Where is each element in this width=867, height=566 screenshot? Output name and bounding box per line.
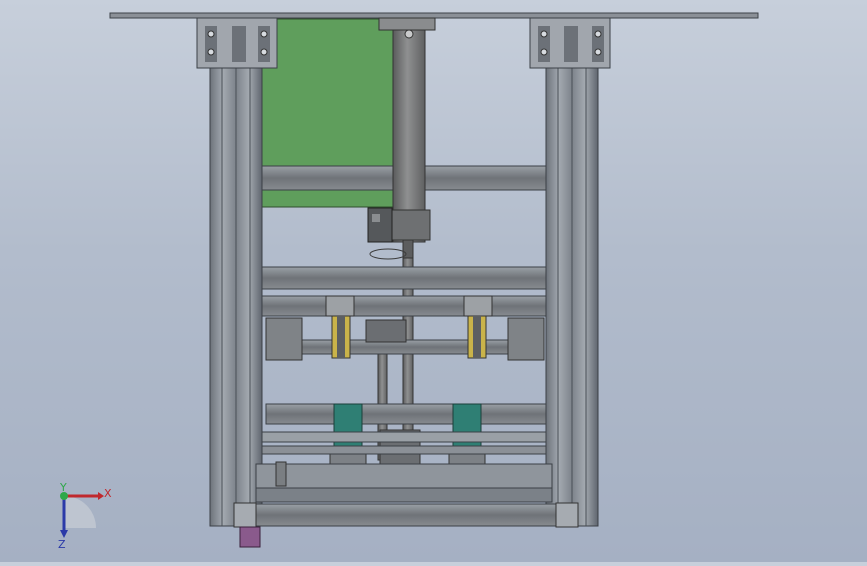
base-frame-upper[interactable] xyxy=(255,463,553,489)
bottom-shaft[interactable] xyxy=(265,403,547,425)
center-clamp[interactable] xyxy=(365,319,407,343)
left-corner-bracket[interactable] xyxy=(233,502,257,528)
assembly-drawing[interactable] xyxy=(0,0,867,562)
right-top-bracket[interactable] xyxy=(529,17,611,69)
x-axis-label: X xyxy=(104,487,112,500)
left-end-cap[interactable] xyxy=(265,317,303,361)
cad-viewport[interactable] xyxy=(0,0,867,562)
adjust-screw[interactable] xyxy=(275,461,287,487)
coordinate-triad: X Y Z xyxy=(58,481,112,550)
right-corner-bracket[interactable] xyxy=(555,502,579,528)
left-top-bracket[interactable] xyxy=(196,17,278,69)
lower-rail-1[interactable] xyxy=(261,431,547,443)
purple-connector[interactable] xyxy=(239,526,261,548)
z-axis-label: Z xyxy=(58,538,66,550)
top-plate[interactable] xyxy=(109,12,759,19)
right-end-cap[interactable] xyxy=(507,317,545,361)
base-frame-lower[interactable] xyxy=(255,487,553,503)
lower-rail-2[interactable] xyxy=(261,445,547,455)
bottom-crossbar[interactable] xyxy=(235,503,575,527)
right-column[interactable] xyxy=(545,63,599,527)
mid-shaft[interactable] xyxy=(261,295,547,317)
left-column[interactable] xyxy=(209,63,263,527)
upper-shaft[interactable] xyxy=(261,266,547,290)
y-axis-label: Y xyxy=(59,481,67,494)
